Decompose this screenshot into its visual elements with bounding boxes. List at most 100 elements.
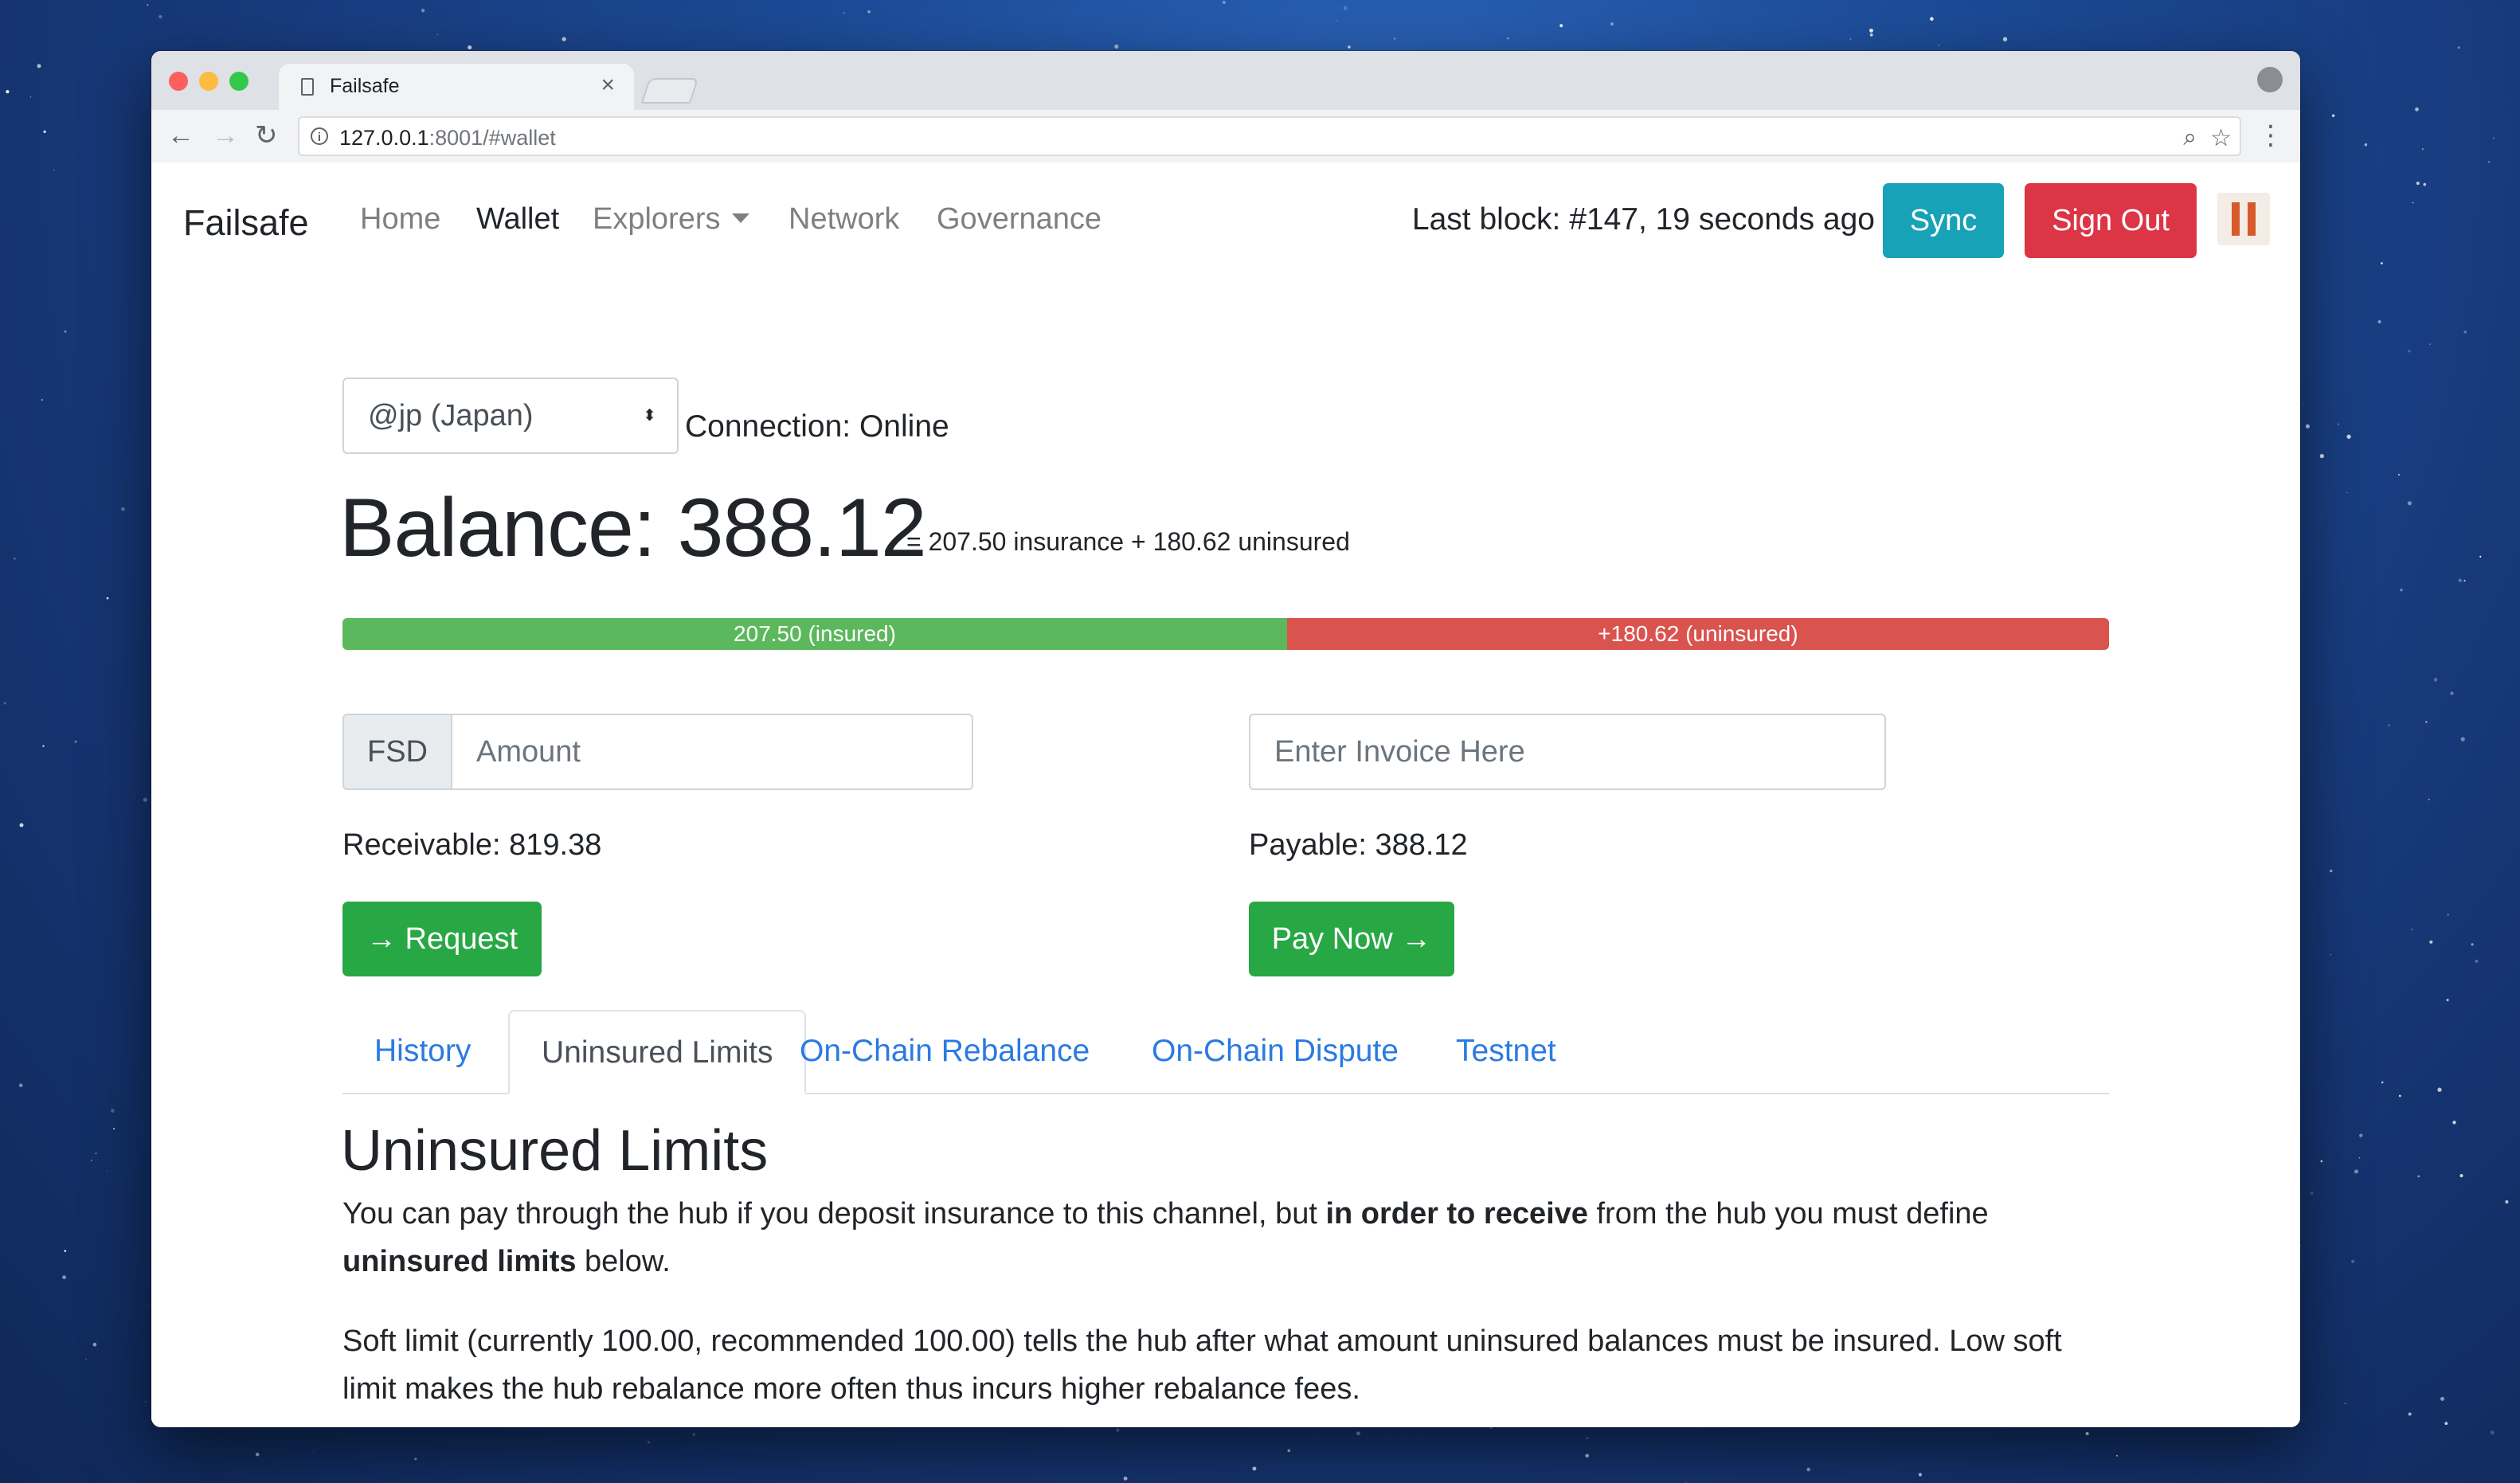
nav-governance[interactable]: Governance: [937, 202, 1102, 237]
nav-explorers[interactable]: Explorers: [593, 202, 749, 237]
star: [414, 1458, 417, 1461]
star: [1849, 37, 1852, 41]
star: [2388, 724, 2390, 726]
star: [2380, 262, 2383, 264]
star: [2463, 579, 2466, 582]
nav-home[interactable]: Home: [360, 202, 440, 237]
star: [95, 1152, 97, 1154]
star: [1869, 28, 1873, 33]
star: [1806, 1467, 1810, 1472]
star: [2479, 555, 2482, 558]
star: [2475, 959, 2479, 963]
star: [2377, 320, 2381, 323]
star: [255, 1452, 260, 1457]
star: [106, 1170, 108, 1172]
star: [42, 745, 45, 748]
star: [41, 398, 44, 401]
zoom-icon[interactable]: ⌕: [2183, 124, 2197, 151]
star: [110, 1109, 115, 1113]
request-button[interactable]: → Request: [342, 902, 542, 976]
sync-button[interactable]: Sync: [1883, 183, 2004, 258]
star: [1610, 22, 1614, 26]
nav-wallet[interactable]: Wallet: [476, 202, 559, 237]
url-text[interactable]: 127.0.0.1:8001/#wallet: [339, 126, 556, 151]
insured-segment: 207.50 (insured): [342, 618, 1287, 650]
close-tab-icon[interactable]: ×: [601, 72, 615, 99]
hub-select[interactable]: @jp (Japan) ⬍: [342, 378, 679, 454]
tab-uninsured-limits[interactable]: Uninsured Limits: [508, 1010, 807, 1094]
nav-network[interactable]: Network: [788, 202, 899, 237]
browser-tab[interactable]: Failsafe ×: [279, 64, 634, 110]
star: [1506, 37, 1509, 40]
tab-history[interactable]: History: [342, 1010, 503, 1093]
info-icon[interactable]: i: [311, 127, 328, 145]
amount-input[interactable]: Amount: [451, 714, 973, 790]
star: [64, 330, 67, 333]
star: [18, 1083, 23, 1088]
star: [2417, 1175, 2420, 1178]
connection-status: Connection: Online: [685, 409, 949, 444]
star: [562, 37, 566, 41]
star: [64, 1250, 67, 1253]
tab-title: Failsafe: [330, 75, 400, 97]
balance-breakdown: = 207.50 insurance + 180.62 uninsured: [906, 527, 1350, 556]
navbar-brand[interactable]: Failsafe: [183, 202, 309, 244]
star: [53, 169, 55, 170]
reload-icon[interactable]: ↻: [255, 119, 278, 151]
star: [121, 507, 125, 511]
star: [1116, 1428, 1120, 1432]
pay-now-button[interactable]: Pay Now →: [1249, 902, 1454, 976]
star: [2440, 1396, 2444, 1401]
back-icon[interactable]: ←: [167, 119, 194, 151]
address-bar[interactable]: i 127.0.0.1:8001/#wallet ⌕ ☆: [298, 116, 2241, 156]
star: [2381, 1081, 2384, 1084]
star: [1918, 1473, 1923, 1477]
minimize-window-button[interactable]: [199, 72, 218, 91]
uninsured-segment: +180.62 (uninsured): [1287, 618, 2109, 650]
star: [1123, 1476, 1128, 1481]
currency-addon: FSD: [342, 714, 452, 790]
star: [74, 740, 77, 743]
avatar[interactable]: [2217, 193, 2270, 245]
tab-on-chain-rebalance[interactable]: On-Chain Rebalance: [768, 1010, 1121, 1093]
profile-icon[interactable]: [2257, 67, 2283, 92]
star: [92, 1342, 97, 1347]
star: [2452, 1121, 2456, 1125]
tab-on-chain-dispute[interactable]: On-Chain Dispute: [1120, 1010, 1430, 1093]
star: [436, 33, 438, 35]
star: [1114, 44, 1119, 49]
tab-testnet[interactable]: Testnet: [1424, 1010, 1588, 1093]
sign-out-button[interactable]: Sign Out: [2025, 183, 2197, 258]
star: [14, 558, 16, 560]
forward-icon[interactable]: →: [212, 119, 239, 151]
star: [2330, 954, 2331, 956]
tab-bar: History Uninsured Limits On-Chain Rebala…: [342, 1010, 2109, 1094]
close-window-button[interactable]: [169, 72, 188, 91]
star: [2310, 1191, 2314, 1195]
page-icon: [301, 78, 314, 96]
star: [2364, 143, 2368, 147]
star: [692, 1433, 696, 1437]
star: [468, 45, 472, 50]
bookmark-star-icon[interactable]: ☆: [2210, 124, 2232, 152]
new-tab-button[interactable]: [640, 78, 699, 104]
star: [2351, 1259, 2355, 1263]
star: [2002, 37, 2008, 41]
star: [2493, 137, 2495, 139]
star: [313, 1451, 315, 1453]
star: [2408, 1412, 2412, 1416]
payable-amount: Payable: 388.12: [1249, 828, 1468, 862]
page-content: Failsafe Home Wallet Explorers Network G…: [151, 162, 2300, 1427]
invoice-input[interactable]: Enter Invoice Here: [1249, 714, 1886, 790]
star: [1930, 17, 1934, 22]
star: [647, 1441, 650, 1444]
star: [6, 90, 10, 94]
star: [1343, 6, 1348, 10]
star: [843, 12, 845, 14]
section-heading: Uninsured Limits: [341, 1119, 769, 1183]
browser-menu-icon[interactable]: ⋮: [2257, 119, 2284, 151]
soft-limit-paragraph: Soft limit (currently 100.00, recommende…: [342, 1325, 2062, 1406]
maximize-window-button[interactable]: [229, 72, 248, 91]
star: [2471, 943, 2474, 946]
star: [2421, 148, 2424, 151]
